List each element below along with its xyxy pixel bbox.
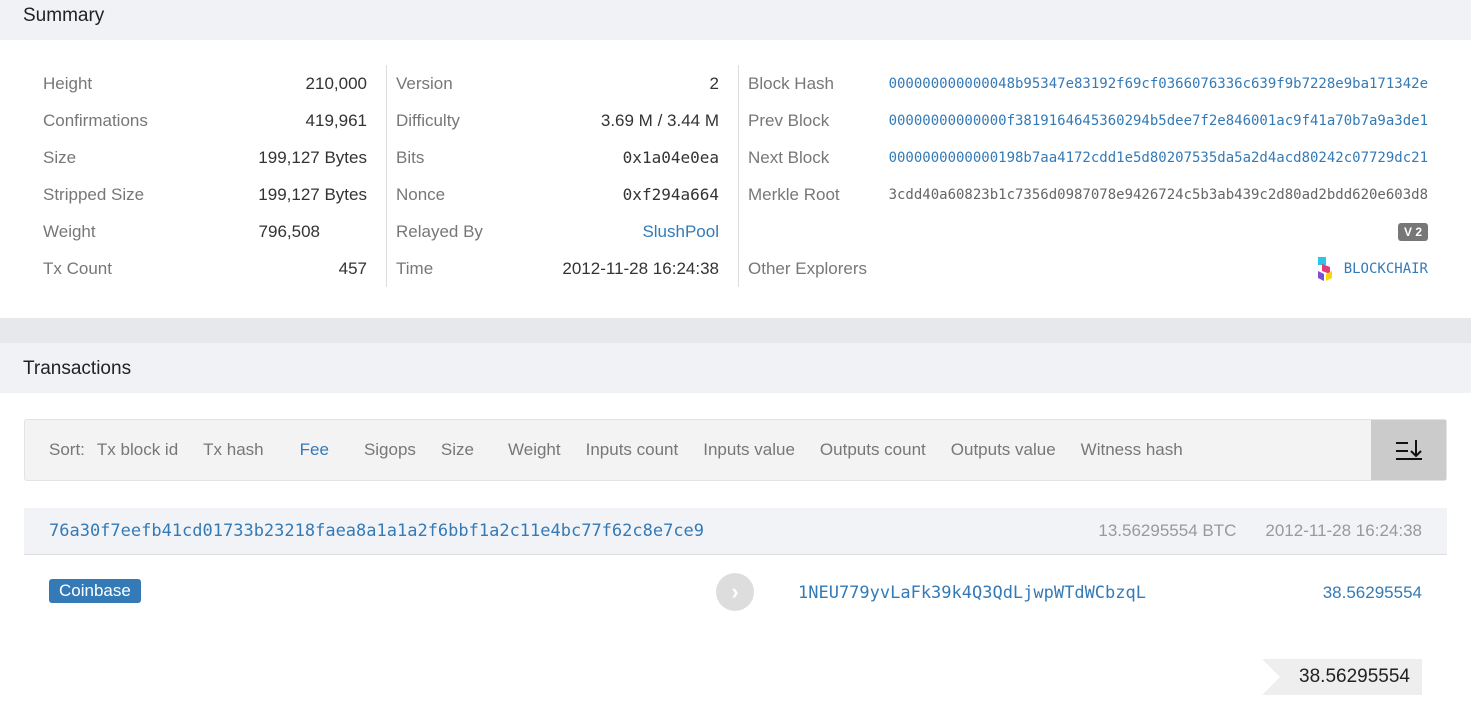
sort-inputs-value[interactable]: Inputs value xyxy=(703,440,795,460)
prev-block-link[interactable]: 00000000000000f3819164645360294b5dee7f2e… xyxy=(889,113,1428,129)
label: Merkle Root xyxy=(748,184,840,204)
tx-header-row: 76a30f7eefb41cd01733b23218faea8a1a1a2f6b… xyxy=(24,508,1447,555)
value: 457 xyxy=(338,258,367,278)
label: Next Block xyxy=(748,147,830,167)
sort-tx-block-id[interactable]: Tx block id xyxy=(97,440,178,460)
label: Height xyxy=(43,73,93,93)
value: 0xf294a664 xyxy=(622,185,719,204)
bits-row: Bits 0x1a04e0ea xyxy=(396,139,719,176)
size-row: Size 199,127 Bytes xyxy=(43,139,367,176)
label: Size xyxy=(43,147,77,167)
block-hash-row: Block Hash 000000000000048b95347e83192f69… xyxy=(748,65,1428,102)
coinbase-badge: Coinbase xyxy=(49,579,141,603)
version-row: Version 2 xyxy=(396,65,719,102)
value: 199,127 Bytes xyxy=(258,147,367,167)
output-address-link[interactable]: 1NEU779yvLaFk39k4Q3QdLjwpWTdWCbzqL xyxy=(798,583,1146,603)
sort-tx-hash[interactable]: Tx hash xyxy=(203,440,263,460)
summary-col-2: Version 2 Difficulty 3.69 M / 3.44 M Bits 0… xyxy=(396,65,719,287)
sort-sigops[interactable]: Sigops xyxy=(364,440,416,460)
output-value: 38.56295554 xyxy=(1322,583,1422,602)
sort-bar: Sort: Tx block id Tx hash Fee Sigops Siz… xyxy=(24,419,1447,481)
label: Version xyxy=(396,73,453,93)
stripped-size-row: Stripped Size 199,127 Bytes xyxy=(43,176,367,213)
difficulty-row: Difficulty 3.69 M / 3.44 M xyxy=(396,102,719,139)
summary-col-3: Block Hash 000000000000048b95347e83192f69… xyxy=(748,65,1428,287)
merkle-root-value: 3cdd40a60823b1c7356d0987078e9426724c5b3a… xyxy=(888,186,1428,203)
label: Confirmations xyxy=(43,110,148,130)
sort-witness-hash[interactable]: Witness hash xyxy=(1081,440,1183,460)
divider xyxy=(386,65,387,287)
label: Other Explorers xyxy=(748,258,868,278)
label: Difficulty xyxy=(396,110,460,130)
blockchair-link[interactable]: BLOCKCHAIR xyxy=(1314,255,1428,283)
value: 2012-11-28 16:24:38 xyxy=(562,258,719,278)
blockchair-logo-icon xyxy=(1317,256,1332,281)
summary-col-1: Height 210,000 Confirmations 419,961 Size 1… xyxy=(43,65,367,287)
sort-outputs-value[interactable]: Outputs value xyxy=(951,440,1056,460)
next-block-link[interactable]: 0000000000000198b7aa4172cdd1e5d80207535d… xyxy=(889,150,1428,166)
confirmations-row: Confirmations 419,961 xyxy=(43,102,367,139)
label: Tx Count xyxy=(43,258,112,278)
value: 796,508 xyxy=(258,221,320,241)
sort-label: Sort: xyxy=(49,440,85,459)
divider xyxy=(738,65,739,287)
block-hash-link[interactable]: 000000000000048b95347e83192f69cf03660763… xyxy=(889,76,1428,92)
section-gap xyxy=(0,318,1471,343)
nonce-row: Nonce 0xf294a664 xyxy=(396,176,719,213)
chevron-right-icon: › xyxy=(716,573,754,611)
tx-hash-link[interactable]: 76a30f7eefb41cd01733b23218faea8a1a1a2f6b… xyxy=(49,521,1098,541)
label: Stripped Size xyxy=(43,184,145,204)
sort-weight[interactable]: Weight xyxy=(508,440,561,460)
tx-count-row: Tx Count 457 xyxy=(43,250,367,287)
version-badge: V 2 xyxy=(1397,222,1428,241)
relayed-by-link[interactable]: SlushPool xyxy=(642,222,719,242)
tx-time: 2012-11-28 16:24:38 xyxy=(1265,521,1422,540)
prev-block-row: Prev Block 00000000000000f381916464536029… xyxy=(748,102,1428,139)
sort-descending-icon xyxy=(1395,440,1422,460)
height-row: Height 210,000 xyxy=(43,65,367,102)
merkle-root-row: Merkle Root 3cdd40a60823b1c7356d0987078e9… xyxy=(748,176,1428,213)
label: Prev Block xyxy=(748,110,830,130)
tx-total: 38.56295554 xyxy=(1262,659,1422,695)
value: 419,961 xyxy=(305,110,367,130)
value: 210,000 xyxy=(305,73,367,93)
time-row: Time 2012-11-28 16:24:38 xyxy=(396,250,719,287)
value: 0x1a04e0ea xyxy=(622,148,719,167)
label: Bits xyxy=(396,147,425,167)
relayed-by-row: Relayed By SlushPool xyxy=(396,213,719,250)
next-block-row: Next Block 0000000000000198b7aa4172cdd1e5… xyxy=(748,139,1428,176)
sort-inputs-count[interactable]: Inputs count xyxy=(586,440,679,460)
label: Weight xyxy=(43,221,96,241)
label: Time xyxy=(396,258,434,278)
label: Nonce xyxy=(396,184,446,204)
label: Relayed By xyxy=(396,221,483,241)
sort-direction-button[interactable] xyxy=(1371,420,1446,480)
other-explorers-row: Other Explorers BLOCKCHAIR xyxy=(748,250,1428,287)
version-badge-row: V 2 xyxy=(748,213,1428,250)
summary-title: Summary xyxy=(0,0,1471,40)
sort-outputs-count[interactable]: Outputs count xyxy=(820,440,926,460)
transactions-title: Transactions xyxy=(0,343,1471,393)
sort-size[interactable]: Size xyxy=(441,440,474,460)
sort-fee[interactable]: Fee xyxy=(300,440,329,460)
value: 3.69 M / 3.44 M xyxy=(600,110,719,130)
blockchair-label: BLOCKCHAIR xyxy=(1343,260,1428,277)
label: Block Hash xyxy=(748,73,834,93)
tx-amount: 13.56295554 BTC xyxy=(1098,521,1237,540)
weight-row: Weight 796,508 xyxy=(43,213,367,250)
value: 2 xyxy=(709,73,719,93)
value: 199,127 Bytes xyxy=(258,184,367,204)
